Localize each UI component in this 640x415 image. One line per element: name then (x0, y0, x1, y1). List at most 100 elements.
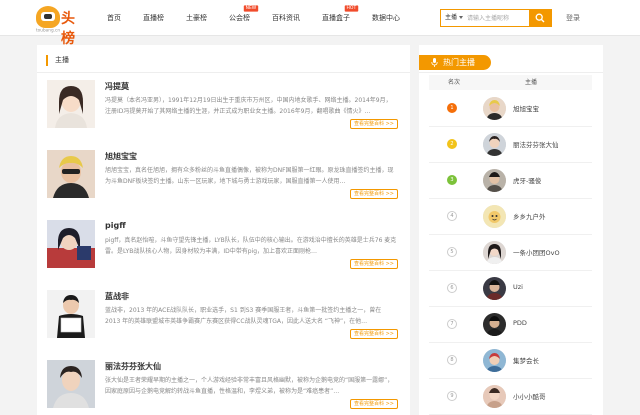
avatar-image (483, 241, 506, 264)
anchor-photo[interactable] (47, 290, 95, 338)
search-icon (535, 13, 545, 23)
avatar-image (483, 349, 506, 372)
rank-anchor-name: 乡乡九户外 (513, 213, 546, 221)
portrait-image (47, 220, 95, 268)
search-input[interactable] (467, 11, 527, 25)
rank-row[interactable]: 8 集梦会长 (429, 343, 592, 379)
portrait-image (47, 290, 95, 338)
section-title: 主播 (46, 55, 69, 66)
search-button[interactable] (529, 9, 552, 27)
rank-number: 9 (447, 391, 457, 401)
rank-row[interactable]: 1 旭旭宝宝 (429, 91, 592, 127)
rank-anchor-name: PDD (513, 319, 527, 327)
rank-number: 7 (447, 319, 457, 329)
anchor-entry: 旭旭宝宝 旭旭宝宝，真名任旭旭，拥有众多粉丝的斗鱼直播偶像，被称为DNF国服第一… (37, 150, 410, 220)
rank-anchor-name: 一条小团团OvO (513, 249, 560, 257)
nav-label: 土豪榜 (186, 14, 207, 22)
site-logo[interactable]: 头榜 toubang.cn (36, 6, 88, 47)
anchor-photo[interactable] (47, 80, 95, 128)
nav-item-home[interactable]: 首页 (96, 0, 132, 36)
view-wiki-button[interactable]: 查看完整百科 >> (350, 119, 398, 129)
nav-label: 数据中心 (372, 14, 400, 22)
view-wiki-button[interactable]: 查看完整百科 >> (350, 259, 398, 269)
rank-anchor-name: Uzi (513, 283, 523, 291)
avatar-image (483, 277, 506, 300)
avatar-image (483, 313, 506, 336)
avatar-image (483, 205, 506, 228)
avatar[interactable] (483, 349, 506, 372)
portrait-image (47, 360, 95, 408)
search-box: 主播 (440, 9, 552, 27)
anchor-list-panel: 主播 冯提莫 冯提莫（本名冯亚男），1991年12月19日出生于重庆市万州区，中… (37, 45, 410, 415)
nav-item-guild-rank[interactable]: 公会榜 NEW (218, 0, 261, 36)
rank-number: 4 (447, 211, 457, 221)
rank-number: 8 (447, 355, 457, 365)
anchor-description: 蓝战非，2013 年的ACE战队队长，职业选手，S1 到S3 赛季国服王者，斗鱼… (105, 307, 382, 325)
login-link[interactable]: 登录 (566, 0, 580, 36)
nav-label: 直播盒子 (322, 14, 350, 22)
new-badge: NEW (243, 5, 259, 12)
rank-row[interactable]: 7 PDD (429, 307, 592, 343)
hot-badge: HOT (344, 5, 359, 12)
anchor-photo[interactable] (47, 360, 95, 408)
rank-anchor-name: 小小小酷哥 (513, 393, 546, 401)
anchor-name[interactable]: 旭旭宝宝 (105, 151, 137, 162)
logo-subtitle: toubang.cn (36, 28, 61, 34)
avatar[interactable] (483, 385, 506, 408)
avatar[interactable] (483, 277, 506, 300)
microphone-icon (431, 58, 438, 67)
rank-row[interactable]: 2 丽法芬芬张大仙 (429, 127, 592, 163)
avatar-image (483, 97, 506, 120)
rank-anchor-name: 丽法芬芬张大仙 (513, 141, 559, 149)
hot-anchors-tab[interactable]: 热门主播 (419, 55, 491, 70)
rank-row[interactable]: 9 小小小酷哥 (429, 379, 592, 415)
anchor-photo[interactable] (47, 150, 95, 198)
nav-label: 直播榜 (143, 14, 164, 22)
portrait-image (47, 80, 95, 128)
rank-anchor-name: 虎牙-骚俊 (513, 177, 542, 185)
view-wiki-button[interactable]: 查看完整百科 >> (350, 329, 398, 339)
chevron-down-icon (459, 16, 464, 19)
anchor-entry: 丽法芬芬张大仙 张大仙是王者荣耀早期的主播之一，个人游戏经验非常丰富且风格幽默，… (37, 360, 410, 415)
nav-item-rich-rank[interactable]: 土豪榜 (175, 0, 218, 36)
avatar-image (483, 133, 506, 156)
logo-text: 头榜 (61, 11, 76, 47)
rank-number: 2 (447, 139, 457, 149)
anchor-name[interactable]: pigff (105, 221, 126, 230)
avatar[interactable] (483, 169, 506, 192)
rank-column-header: 名次 (448, 79, 461, 86)
avatar-image (483, 169, 506, 192)
rank-row[interactable]: 3 虎牙-骚俊 (429, 163, 592, 199)
anchor-column-header: 主播 (525, 79, 538, 86)
search-category-select[interactable]: 主播 (443, 10, 467, 26)
avatar[interactable] (483, 313, 506, 336)
view-wiki-button[interactable]: 查看完整百科 >> (350, 189, 398, 199)
top-header: 头榜 toubang.cn 首页 直播榜 土豪榜 公会榜 NEW 百科资讯 直播盒… (0, 0, 640, 47)
anchor-name[interactable]: 丽法芬芬张大仙 (105, 361, 161, 372)
avatar[interactable] (483, 241, 506, 264)
rank-row[interactable]: 5 一条小团团OvO (429, 235, 592, 271)
nav-item-live-box[interactable]: 直播盒子 HOT (311, 0, 361, 36)
avatar[interactable] (483, 97, 506, 120)
nav-item-data-center[interactable]: 数据中心 (361, 0, 411, 36)
nav-label: 首页 (107, 14, 121, 22)
rank-row[interactable]: 6 Uzi (429, 271, 592, 307)
anchor-description: pigff，真名赵怡暄，斗鱼守望先锋主播，LYB队长，队伍中的核心输出。在游戏治… (105, 237, 397, 255)
avatar[interactable] (483, 133, 506, 156)
anchor-description: 冯提莫（本名冯亚男），1991年12月19日出生于重庆市万州区，中国内地女歌手、… (105, 97, 392, 115)
rank-number: 6 (447, 283, 457, 293)
hot-anchors-panel: 热门主播 名次 主播 1 旭旭宝宝 2 丽法芬芬张大仙 3 虎牙-骚俊 4 乡乡… (419, 45, 603, 415)
view-wiki-button[interactable]: 查看完整百科 >> (350, 399, 398, 409)
nav-label: 百科资讯 (272, 14, 300, 22)
rank-anchor-name: 集梦会长 (513, 357, 539, 365)
portrait-image (47, 150, 95, 198)
nav-item-wiki[interactable]: 百科资讯 (261, 0, 311, 36)
anchor-name[interactable]: 冯提莫 (105, 81, 129, 92)
anchor-entry: pigff pigff，真名赵怡暄，斗鱼守望先锋主播，LYB队长，队伍中的核心输… (37, 220, 410, 290)
anchor-name[interactable]: 蓝战非 (105, 291, 129, 302)
rank-row[interactable]: 4 乡乡九户外 (429, 199, 592, 235)
nav-item-live-rank[interactable]: 直播榜 (132, 0, 175, 36)
anchor-photo[interactable] (47, 220, 95, 268)
avatar[interactable] (483, 205, 506, 228)
anchor-description: 张大仙是王者荣耀早期的主播之一，个人游戏经验非常丰富且风格幽默，被称为企鹅电竞的… (105, 377, 394, 395)
